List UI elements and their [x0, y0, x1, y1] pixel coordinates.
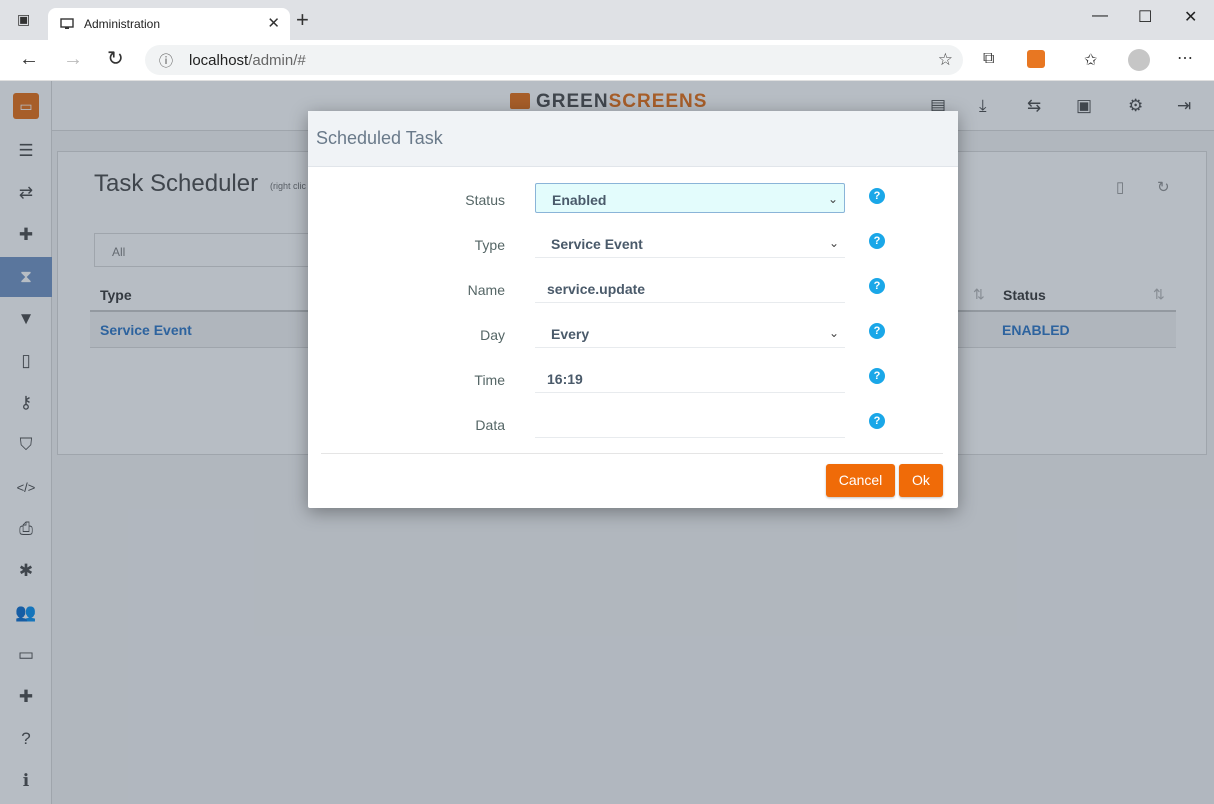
- name-row: Name service.update ?: [308, 273, 958, 307]
- help-icon[interactable]: ?: [869, 188, 885, 204]
- maximize-button[interactable]: ☐: [1138, 7, 1152, 27]
- help-icon[interactable]: ?: [869, 233, 885, 249]
- profile-avatar[interactable]: [1128, 49, 1150, 71]
- type-value: Service Event: [551, 236, 643, 252]
- status-value: Enabled: [552, 192, 607, 208]
- chevron-down-icon: ⌄: [828, 236, 839, 250]
- forward-icon[interactable]: →: [63, 49, 83, 69]
- type-label: Type: [474, 237, 505, 253]
- back-icon[interactable]: ←: [19, 49, 39, 69]
- type-select[interactable]: Service Event ⌄: [535, 228, 845, 258]
- minimize-button[interactable]: —: [1092, 7, 1108, 25]
- help-icon[interactable]: ?: [869, 323, 885, 339]
- name-value: service.update: [547, 281, 646, 297]
- name-label: Name: [467, 282, 505, 298]
- extension-icon[interactable]: ⧉: [983, 50, 994, 68]
- help-icon[interactable]: ?: [869, 368, 885, 384]
- name-input[interactable]: service.update: [535, 273, 845, 303]
- browser-titlebar: ▣ Administration ✕ + — ☐ ✕: [0, 0, 1214, 40]
- time-row: Time 16:19 ?: [308, 363, 958, 397]
- help-icon[interactable]: ?: [869, 413, 885, 429]
- new-tab-button[interactable]: +: [296, 9, 309, 31]
- day-value: Every: [551, 326, 590, 342]
- tab-title: Administration: [84, 17, 161, 31]
- time-value: 16:19: [547, 371, 583, 387]
- favorite-add-icon[interactable]: ☆: [938, 50, 953, 70]
- cancel-button[interactable]: Cancel: [826, 464, 895, 497]
- more-menu-icon[interactable]: ⋯: [1177, 48, 1193, 68]
- url-text: localhost/admin/#: [189, 52, 306, 69]
- favorites-icon[interactable]: ✩: [1084, 50, 1097, 70]
- time-label: Time: [474, 372, 505, 388]
- tab-close-icon[interactable]: ✕: [267, 14, 280, 32]
- url-path: /admin/#: [248, 52, 306, 69]
- url-host: localhost: [189, 52, 249, 69]
- day-select[interactable]: Every ⌄: [535, 318, 845, 348]
- greenscreens-extension-icon[interactable]: [1027, 50, 1045, 68]
- type-row: Type Service Event ⌄ ?: [308, 228, 958, 262]
- ok-button[interactable]: Ok: [899, 464, 943, 497]
- time-input[interactable]: 16:19: [535, 363, 845, 393]
- browser-tab[interactable]: Administration ✕: [48, 8, 290, 40]
- browser-menu-icon[interactable]: ▣: [17, 11, 30, 28]
- dialog-title: Scheduled Task: [316, 128, 443, 148]
- dialog-divider: [321, 453, 943, 454]
- dialog-header: Scheduled Task: [308, 111, 958, 167]
- status-label: Status: [465, 192, 505, 208]
- reload-icon[interactable]: ↻: [107, 49, 124, 69]
- monitor-icon: [60, 17, 74, 35]
- chevron-down-icon: ⌄: [828, 326, 839, 340]
- scheduled-task-dialog: Scheduled Task Status Enabled ⌄ ? Type S…: [308, 111, 958, 508]
- data-input[interactable]: [535, 408, 845, 438]
- data-row: Data ?: [308, 408, 958, 442]
- help-icon[interactable]: ?: [869, 278, 885, 294]
- day-label: Day: [480, 327, 505, 343]
- address-bar[interactable]: ⓘ localhost/admin/# ☆: [145, 45, 963, 75]
- info-icon[interactable]: ⓘ: [159, 51, 173, 71]
- window-close-button[interactable]: ✕: [1184, 7, 1197, 27]
- status-select[interactable]: Enabled ⌄: [535, 183, 845, 213]
- browser-toolbar: ← → ↻ ⓘ localhost/admin/# ☆ ⧉ ✩ ⋯: [0, 40, 1214, 81]
- data-label: Data: [475, 417, 505, 433]
- chevron-down-icon: ⌄: [827, 192, 838, 206]
- day-row: Day Every ⌄ ?: [308, 318, 958, 352]
- status-row: Status Enabled ⌄ ?: [308, 183, 958, 217]
